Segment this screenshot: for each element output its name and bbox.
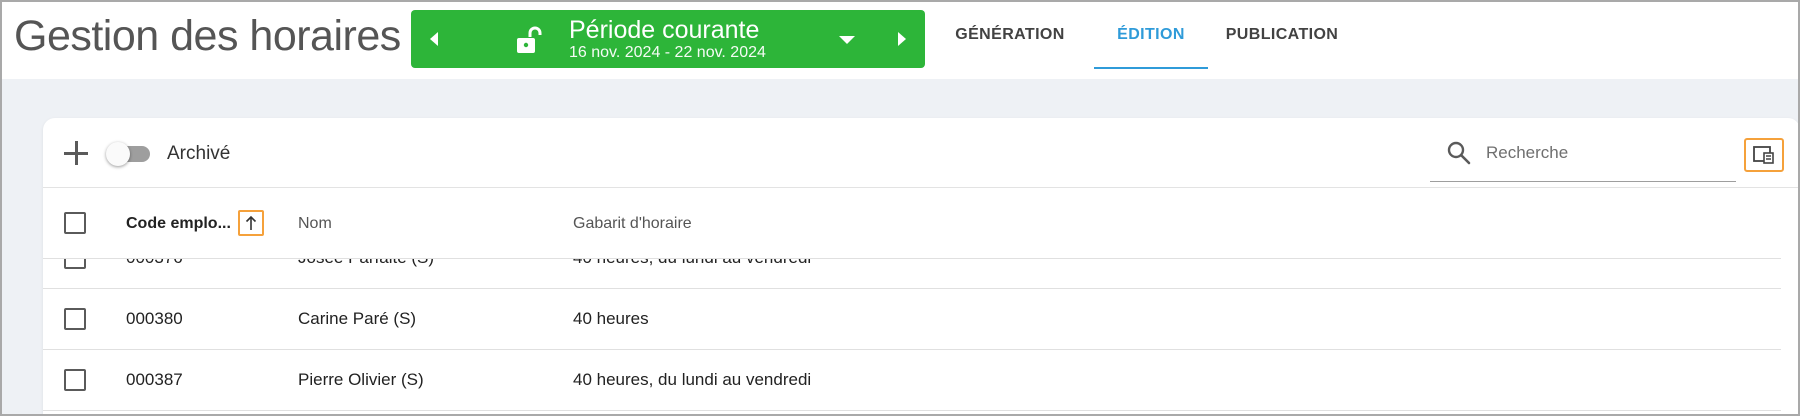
table-row[interactable]: 000387 Pierre Olivier (S) 40 heures, du … <box>43 350 1781 411</box>
search-icon <box>1447 141 1471 165</box>
cell-name: Josée Parfaite (S) <box>298 259 434 288</box>
column-header-name[interactable]: Nom <box>298 188 332 259</box>
cell-code: 000376 <box>126 259 183 288</box>
table-row[interactable]: 000380 Carine Paré (S) 40 heures <box>43 289 1781 350</box>
cell-template: 40 heures, du lundi au vendredi <box>573 259 811 288</box>
row-checkbox[interactable] <box>64 369 86 391</box>
column-header-code[interactable]: Code emplo... <box>126 188 231 259</box>
caret-right-icon <box>898 32 906 46</box>
sort-button[interactable] <box>238 210 264 236</box>
previous-period-button[interactable] <box>411 10 457 68</box>
period-dropdown-button[interactable] <box>835 28 859 52</box>
tab-publication[interactable]: PUBLICATION <box>1218 0 1346 69</box>
app-header: Gestion des horaires Période courante 16… <box>0 0 1800 79</box>
cell-name: Carine Paré (S) <box>298 309 417 328</box>
cell-code: 000380 <box>126 309 183 328</box>
search-input[interactable] <box>1486 138 1726 168</box>
table-body: 000376 Josée Parfaite (S) 40 heures, du … <box>43 259 1781 416</box>
next-period-button[interactable] <box>879 10 925 68</box>
tab-generation[interactable]: GÉNÉRATION <box>948 0 1072 69</box>
table-row[interactable]: 000376 Josée Parfaite (S) 40 heures, du … <box>43 259 1781 289</box>
add-button[interactable] <box>63 140 89 166</box>
panel-icon <box>1753 146 1774 164</box>
row-checkbox[interactable] <box>64 259 86 269</box>
period-date-range: 16 nov. 2024 - 22 nov. 2024 <box>569 44 766 61</box>
cell-code: 000387 <box>126 370 183 389</box>
period-label: Période courante <box>569 16 760 44</box>
chevron-down-icon <box>839 36 855 44</box>
card-toolbar: Archivé <box>43 118 1800 188</box>
schedules-card: Archivé Code emplo... Nom Gabari <box>43 118 1800 416</box>
side-panel-button[interactable] <box>1744 138 1784 172</box>
period-selector[interactable]: Période courante 16 nov. 2024 - 22 nov. … <box>411 10 925 68</box>
row-checkbox[interactable] <box>64 308 86 330</box>
arrow-up-icon <box>245 215 257 230</box>
toggle-thumb <box>106 142 130 166</box>
table-header: Code emplo... Nom Gabarit d'horaire <box>43 188 1781 259</box>
unlock-icon[interactable] <box>514 25 544 55</box>
cell-template: 40 heures, du lundi au vendredi <box>573 370 812 389</box>
caret-left-icon <box>430 32 438 46</box>
select-all-checkbox[interactable] <box>64 212 86 234</box>
archive-toggle[interactable] <box>106 142 152 166</box>
page-title: Gestion des horaires <box>14 12 401 60</box>
cell-template: 40 heures <box>573 309 649 328</box>
cell-name: Pierre Olivier (S) <box>298 370 424 389</box>
search-field[interactable] <box>1430 134 1736 182</box>
column-header-template[interactable]: Gabarit d'horaire <box>573 188 692 259</box>
tab-edition[interactable]: ÉDITION <box>1094 0 1208 69</box>
archive-label: Archivé <box>167 143 231 164</box>
